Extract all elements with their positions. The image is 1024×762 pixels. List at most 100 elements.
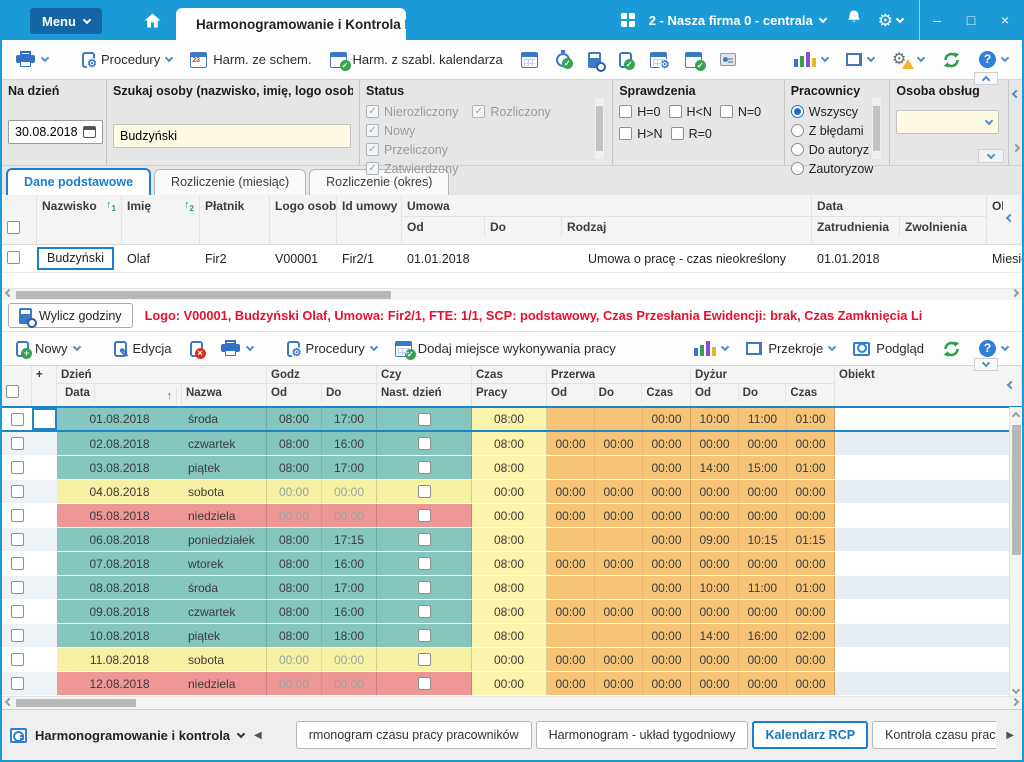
checkbox-icon[interactable]	[418, 557, 431, 570]
cell-przerwa-od[interactable]	[547, 456, 595, 479]
cell-nast-dzien[interactable]	[377, 624, 472, 647]
scroll-left-icon[interactable]	[2, 293, 16, 296]
cell-dyzur-do[interactable]: 10:15	[739, 528, 787, 551]
cell-dyzur-czas[interactable]: 01:15	[787, 528, 835, 551]
checkbox-icon[interactable]	[418, 605, 431, 618]
row-expand-cell[interactable]	[32, 456, 57, 479]
cell-nast-dzien[interactable]	[377, 528, 472, 551]
cell-nazwa[interactable]: niedziela	[182, 504, 267, 527]
apps-grid-icon[interactable]	[621, 13, 635, 27]
row-checkbox[interactable]	[11, 485, 24, 498]
cell-nast-dzien[interactable]	[377, 456, 472, 479]
cell-przerwa-od[interactable]	[547, 528, 595, 551]
cell-data[interactable]: 06.08.2018	[57, 528, 182, 551]
row-checkbox[interactable]	[11, 629, 24, 642]
procedury2-button[interactable]: Procedury	[281, 337, 383, 361]
harm-ze-schem-button[interactable]: Harm. ze schem.	[184, 48, 317, 72]
col-nazwa[interactable]: Nazwa	[182, 384, 266, 406]
cell-godz-od[interactable]: 08:00	[267, 408, 322, 430]
cell-data[interactable]: 04.08.2018	[57, 480, 182, 503]
bottom-tab[interactable]: Kalendarz RCP	[752, 721, 868, 749]
cell-nast-dzien[interactable]	[377, 648, 472, 671]
cell-obiekt[interactable]	[835, 672, 1022, 695]
cell-przerwa-czas[interactable]: 00:00	[643, 576, 691, 599]
scroll-down-icon[interactable]	[1012, 686, 1020, 694]
row-select-cell[interactable]	[2, 504, 32, 527]
cell-godz-od[interactable]: 08:00	[267, 528, 322, 551]
panel-collapse-button[interactable]	[974, 72, 998, 85]
cell-nazwa[interactable]: czwartek	[182, 432, 267, 455]
col-id-umowy[interactable]: Id umowy	[337, 195, 402, 244]
refresh-button[interactable]	[936, 47, 967, 73]
col-nazwisko[interactable]: Nazwisko↑1	[37, 195, 122, 244]
cell-dyzur-czas[interactable]: 02:00	[787, 624, 835, 647]
sprawdzenia-option[interactable]: R=0	[671, 124, 712, 143]
cell-dyzur-do[interactable]: 00:00	[739, 600, 787, 623]
bottom-tab[interactable]: rmonogram czasu pracy pracowników	[296, 721, 532, 749]
cell-data[interactable]: 10.08.2018	[57, 624, 182, 647]
pracownicy-option[interactable]: Z błędami	[791, 121, 884, 140]
schedule-vscrollbar[interactable]	[1009, 407, 1022, 696]
status-option[interactable]: Przeliczony	[366, 140, 458, 159]
col-obiekt[interactable]: Obiekt	[835, 366, 1022, 406]
row-expand-cell[interactable]	[32, 504, 57, 527]
delete-button[interactable]	[184, 337, 209, 361]
cell-przerwa-od[interactable]: 00:00	[547, 600, 595, 623]
row-expand-cell[interactable]	[32, 552, 57, 575]
chart2-menu-button[interactable]	[688, 337, 734, 360]
cell-nazwa[interactable]: piątek	[182, 456, 267, 479]
cell-dyzur-do[interactable]: 00:00	[739, 504, 787, 527]
person-row[interactable]: Budzyński Olaf Fir2 V00001 Fir2/1 01.01.…	[2, 245, 1022, 273]
cell-przerwa-od[interactable]: 00:00	[547, 552, 595, 575]
cell-obiekt[interactable]	[835, 600, 1022, 623]
checkbox-checked-icon[interactable]	[366, 162, 379, 175]
pracownicy-scrollbar[interactable]	[872, 98, 881, 159]
cell-dyzur-czas[interactable]: 01:00	[787, 456, 835, 479]
row-checkbox[interactable]	[11, 677, 24, 690]
cell-przerwa-do[interactable]: 00:00	[595, 648, 643, 671]
radio-icon[interactable]	[791, 105, 804, 118]
bottom-tab[interactable]: Kontrola czasu pracy RCP	[872, 721, 996, 749]
minimize-button[interactable]: –	[920, 12, 954, 28]
cell-nazwa[interactable]: niedziela	[182, 672, 267, 695]
checkbox-icon[interactable]	[418, 509, 431, 522]
cell-czas-pracy[interactable]: 08:00	[472, 432, 547, 455]
row-checkbox[interactable]	[11, 581, 24, 594]
person-hscrollbar[interactable]	[2, 288, 1022, 300]
cell-nast-dzien[interactable]	[377, 432, 472, 455]
pracownicy-option[interactable]: Wszyscy	[791, 102, 884, 121]
cell-obiekt[interactable]	[835, 528, 1022, 551]
close-button[interactable]: ×	[988, 12, 1022, 28]
procedury-button[interactable]: Procedury	[76, 48, 178, 72]
cell-imie[interactable]: Olaf	[122, 252, 200, 266]
cell-rodzaj[interactable]: Umowa o pracę - czas nieokreślony	[562, 252, 812, 266]
checkbox-icon[interactable]	[418, 653, 431, 666]
cell-data[interactable]: 09.08.2018	[57, 600, 182, 623]
expand-right-icon[interactable]	[1011, 144, 1019, 152]
menu-button[interactable]: Menu	[30, 8, 102, 34]
cell-przerwa-czas[interactable]: 00:00	[643, 600, 691, 623]
cell-przerwa-od[interactable]: 00:00	[547, 672, 595, 695]
checkbox-icon[interactable]	[418, 437, 431, 450]
cell-dyzur-do[interactable]: 00:00	[739, 480, 787, 503]
scroll-left-icon[interactable]	[2, 702, 16, 705]
przekroje-button[interactable]: Przekroje	[740, 337, 841, 360]
cell-godz-do[interactable]: 00:00	[322, 480, 377, 503]
radio-icon[interactable]	[791, 124, 804, 137]
scroll-up-icon[interactable]	[1012, 412, 1020, 420]
cell-godz-od[interactable]: 00:00	[267, 504, 322, 527]
cell-przerwa-czas[interactable]: 00:00	[643, 552, 691, 575]
checkbox-icon[interactable]	[418, 677, 431, 690]
module-selector[interactable]: Harmonogramowanie i kontrola	[10, 728, 244, 743]
col-pracy[interactable]: Pracy	[472, 384, 546, 402]
col-plus[interactable]: +	[32, 366, 57, 406]
row-checkbox[interactable]	[11, 557, 24, 570]
cell-przerwa-do[interactable]: 00:00	[595, 432, 643, 455]
cell-godz-do[interactable]: 16:00	[322, 432, 377, 455]
osoba-select[interactable]	[896, 110, 999, 134]
col-umowa-do[interactable]: Do	[485, 217, 562, 237]
cell-obiekt[interactable]	[835, 552, 1022, 575]
checkbox-icon[interactable]	[418, 581, 431, 594]
cell-czas-pracy[interactable]: 00:00	[472, 480, 547, 503]
layout-menu-button[interactable]	[840, 49, 880, 70]
